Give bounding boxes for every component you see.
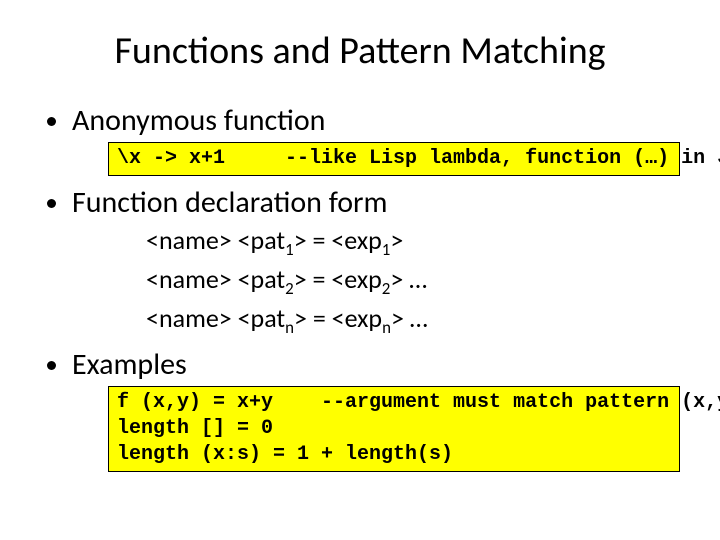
bullet-label: Anonymous function [72, 102, 325, 139]
bullet-label: Examples [72, 346, 187, 383]
bullet-examples: Examples f (x,y) = x+y --argument must m… [72, 346, 680, 472]
syntax-block: <name> <pat1> = <exp1> <name> <pat2> = <… [146, 223, 680, 340]
syntax-line: <name> <pat1> = <exp1> [146, 223, 680, 262]
bullet-anonymous-function: Anonymous function \x -> x+1 --like Lisp… [72, 102, 680, 176]
slide-title: Functions and Pattern Matching [40, 28, 680, 74]
code-anonymous: \x -> x+1 --like Lisp lambda, function (… [108, 142, 680, 176]
bullet-label: Function declaration form [72, 184, 387, 221]
syntax-line: <name> <patn> = <expn> … [146, 301, 680, 340]
code-examples: f (x,y) = x+y --argument must match patt… [108, 386, 680, 472]
syntax-line: <name> <pat2> = <exp2> … [146, 262, 680, 301]
slide: Functions and Pattern Matching Anonymous… [0, 0, 720, 540]
bullet-list: Anonymous function \x -> x+1 --like Lisp… [40, 102, 680, 472]
bullet-function-declaration: Function declaration form <name> <pat1> … [72, 184, 680, 340]
